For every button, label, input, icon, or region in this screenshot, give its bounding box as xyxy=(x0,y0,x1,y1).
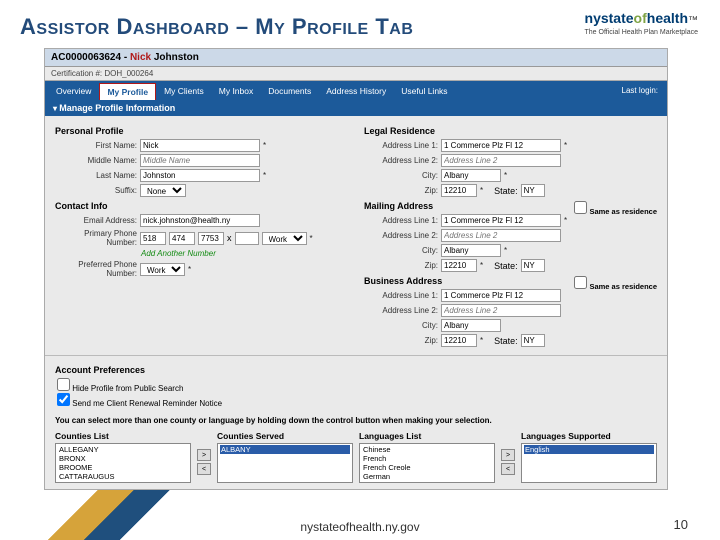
label-email: Email Address: xyxy=(55,216,137,225)
label-preferred-phone: Preferred Phone Number: xyxy=(55,260,137,278)
footer-url: nystateofhealth.ny.gov xyxy=(0,520,720,534)
tab-useful-links[interactable]: Useful Links xyxy=(394,83,454,100)
legal-state[interactable] xyxy=(521,184,545,197)
tab-my-inbox[interactable]: My Inbox xyxy=(212,83,261,100)
label-middle-name: Middle Name: xyxy=(55,156,137,165)
email-field[interactable] xyxy=(140,214,260,227)
suffix-select[interactable]: None xyxy=(140,184,186,197)
business-state[interactable] xyxy=(521,334,545,347)
right-column: Legal Residence Address Line 1:* Address… xyxy=(364,122,657,349)
tab-address-history[interactable]: Address History xyxy=(319,83,393,100)
mailing-state[interactable] xyxy=(521,259,545,272)
first-name-field[interactable] xyxy=(140,139,260,152)
preferred-phone-select[interactable]: Work xyxy=(140,263,185,276)
county-add-button[interactable]: > xyxy=(197,449,211,461)
legal-zip[interactable] xyxy=(441,184,477,197)
lang-add-button[interactable]: > xyxy=(501,449,515,461)
phone-type-select[interactable]: Work xyxy=(262,232,307,245)
tab-bar: Overview My Profile My Clients My Inbox … xyxy=(45,81,667,100)
dashboard-app: AC0000063624 - Nick Johnston Certificati… xyxy=(44,48,668,490)
nysoh-logo: nystateofhealth™ The Official Health Pla… xyxy=(585,10,698,37)
hide-profile-checkbox[interactable] xyxy=(57,378,70,391)
tab-my-clients[interactable]: My Clients xyxy=(157,83,211,100)
tab-overview[interactable]: Overview xyxy=(49,83,98,100)
group-business: Business Address Same as residence xyxy=(364,276,657,286)
renewal-reminder-checkbox[interactable] xyxy=(57,393,70,406)
mailing-same-checkbox[interactable] xyxy=(574,201,587,214)
phone-prefix[interactable] xyxy=(169,232,195,245)
business-city[interactable] xyxy=(441,319,501,332)
mailing-addr1[interactable] xyxy=(441,214,561,227)
counties-list-label: Counties List xyxy=(55,431,191,441)
legal-addr1[interactable] xyxy=(441,139,561,152)
group-contact: Contact Info xyxy=(55,201,348,211)
county-remove-button[interactable]: < xyxy=(197,463,211,475)
languages-list-label: Languages List xyxy=(359,431,495,441)
mailing-zip[interactable] xyxy=(441,259,477,272)
legal-addr2[interactable] xyxy=(441,154,561,167)
tab-documents[interactable]: Documents xyxy=(261,83,318,100)
business-same-checkbox[interactable] xyxy=(574,276,587,289)
user-bar: AC0000063624 - Nick Johnston xyxy=(45,49,667,67)
left-column: Personal Profile First Name: * Middle Nam… xyxy=(55,122,348,349)
counties-served-listbox[interactable]: ALBANY xyxy=(217,443,353,483)
last-login: Last login: xyxy=(617,83,663,100)
languages-supported-listbox[interactable]: English xyxy=(521,443,657,483)
multiselect-hint: You can select more than one county or l… xyxy=(55,416,657,425)
lang-remove-button[interactable]: < xyxy=(501,463,515,475)
counties-listbox[interactable]: ALLEGANY BRONX BROOME CATTARAUGUS xyxy=(55,443,191,483)
last-name-field[interactable] xyxy=(140,169,260,182)
group-mailing: Mailing Address Same as residence xyxy=(364,201,657,211)
add-number-link[interactable]: Add Another Number xyxy=(141,249,348,258)
business-addr2[interactable] xyxy=(441,304,561,317)
mailing-city[interactable] xyxy=(441,244,501,257)
phone-ext[interactable] xyxy=(235,232,259,245)
business-zip[interactable] xyxy=(441,334,477,347)
group-personal: Personal Profile xyxy=(55,126,348,136)
business-addr1[interactable] xyxy=(441,289,561,302)
required-icon: * xyxy=(263,141,266,150)
middle-name-field[interactable] xyxy=(140,154,260,167)
tab-my-profile[interactable]: My Profile xyxy=(99,83,156,100)
languages-supported-label: Languages Supported xyxy=(521,431,657,441)
account-preferences: Account Preferences Hide Profile from Pu… xyxy=(45,355,667,413)
certification-bar: Certification #: DOH_000264 xyxy=(45,67,667,81)
phone-line[interactable] xyxy=(198,232,224,245)
counties-served-label: Counties Served xyxy=(217,431,353,441)
languages-listbox[interactable]: Chinese French French Creole German xyxy=(359,443,495,483)
label-first-name: First Name: xyxy=(55,141,137,150)
label-last-name: Last Name: xyxy=(55,171,137,180)
section-manage-profile[interactable]: Manage Profile Information xyxy=(45,100,667,116)
phone-area[interactable] xyxy=(140,232,166,245)
list-row: Counties List ALLEGANY BRONX BROOME CATT… xyxy=(45,428,667,489)
label-suffix: Suffix: xyxy=(55,186,137,195)
profile-content: Personal Profile First Name: * Middle Nam… xyxy=(45,116,667,355)
group-legal-residence: Legal Residence xyxy=(364,126,657,136)
label-primary-phone: Primary Phone Number: xyxy=(55,229,137,247)
page-number: 10 xyxy=(674,517,688,532)
mailing-addr2[interactable] xyxy=(441,229,561,242)
legal-city[interactable] xyxy=(441,169,501,182)
